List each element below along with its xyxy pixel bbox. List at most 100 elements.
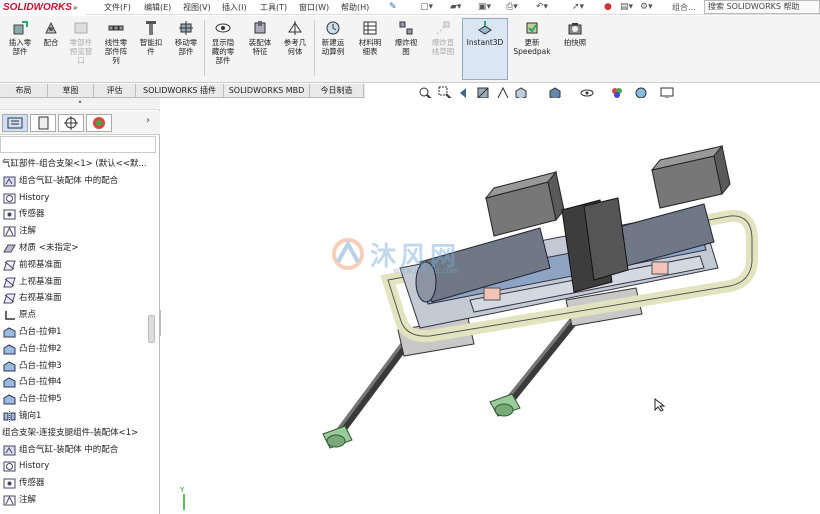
save-icon[interactable]: ▣▾ <box>478 1 491 14</box>
help-search-input[interactable]: 搜索 SOLIDWORKS 帮助 <box>704 0 820 14</box>
tree-node-label: 镜向1 <box>19 410 42 421</box>
new-motion-study-button[interactable]: 新建运 动算例 <box>316 20 350 56</box>
tree-node[interactable]: 前视基准面 <box>0 257 158 274</box>
plane-icon <box>3 293 16 304</box>
print-icon[interactable]: ⎙▾ <box>506 1 518 14</box>
feature-tree-icon <box>7 117 23 129</box>
tab-property-manager[interactable] <box>30 114 56 132</box>
left-piston-rod <box>322 341 409 449</box>
menu-file[interactable]: 文件(F) <box>104 0 131 15</box>
tree-node-label: 前视基准面 <box>19 259 62 270</box>
tree-node[interactable]: 镜向1 <box>0 408 158 425</box>
rebuild-icon[interactable]: ● <box>604 1 612 14</box>
tree-node[interactable]: History <box>0 458 158 475</box>
tree-filter-input[interactable] <box>0 136 156 153</box>
tab-evaluate[interactable]: 评估 <box>94 84 136 98</box>
tree-node[interactable]: 材质 <未指定> <box>0 240 158 257</box>
file-properties-icon[interactable]: ▤▾ <box>620 1 633 14</box>
tree-node[interactable]: 注解 <box>0 223 158 240</box>
component-preview-button[interactable]: 零部件 预览窗 口 <box>66 20 96 65</box>
tree-node[interactable]: 传感器 <box>0 475 158 492</box>
tree-node[interactable]: 凸台-拉伸3 <box>0 358 158 375</box>
menu-tools[interactable]: 工具(T) <box>260 0 287 15</box>
open-icon[interactable]: ▰▾ <box>450 1 461 14</box>
instant3d-button[interactable]: Instant3D <box>463 20 507 47</box>
tree-node[interactable]: 注解 <box>0 492 158 509</box>
select-icon[interactable]: ➚▾ <box>572 1 584 14</box>
instant3d-label: Instant3D <box>466 38 504 47</box>
tree-node-subassembly[interactable]: 组合支架-连接支腿组件-装配体<1> <box>0 425 158 442</box>
feature-manager-panel: • › 气缸部件-组合支架<1> (默认<<默... 组合气缸-装配体 中的配合… <box>0 98 160 514</box>
tree-node[interactable]: 凸台-拉伸2 <box>0 341 158 358</box>
assembly-name: 组合... <box>672 3 696 12</box>
tab-display-manager[interactable] <box>86 114 112 132</box>
tab-feature-manager[interactable] <box>2 114 28 132</box>
move-component-button[interactable]: 移动零 部件 <box>170 20 202 56</box>
sensor-icon <box>3 209 16 220</box>
instant3d-icon <box>478 21 492 35</box>
tab-configuration-manager[interactable] <box>58 114 84 132</box>
tree-node-label: 凸台-拉伸2 <box>19 343 62 354</box>
menu-bar: SOLIDWORKS ▸ 文件(F) 编辑(E) 视图(V) 插入(I) 工具(T… <box>0 0 820 15</box>
tree-node[interactable]: 组合气缸-装配体 中的配合 <box>0 442 158 459</box>
tab-today-manufacturing[interactable]: 今日制造 <box>310 84 364 98</box>
solidworks-logo[interactable]: SOLIDWORKS ▸ <box>0 0 86 15</box>
options-icon[interactable]: ⚙▾ <box>640 1 653 14</box>
move-component-icon <box>179 21 193 35</box>
tree-node-label: 注解 <box>19 226 37 237</box>
tab-solidworks-addins[interactable]: SOLIDWORKS 插件 <box>136 84 224 98</box>
tab-layout[interactable]: 布局 <box>0 84 48 98</box>
linear-pattern-button[interactable]: 线性零 部件阵 列 <box>100 20 132 65</box>
mates-icon <box>3 176 16 187</box>
tree-node[interactable]: 组合气缸-装配体 中的配合 <box>0 173 158 190</box>
new-document-icon[interactable]: ▢▾ <box>420 1 433 14</box>
take-snapshot-button[interactable]: 拍快照 <box>558 20 592 47</box>
show-hidden-components-button[interactable]: 显示隐 藏的零 部件 <box>206 20 240 65</box>
menu-view[interactable]: 视图(V) <box>183 0 211 15</box>
tree-node[interactable]: 凸台-拉伸4 <box>0 374 158 391</box>
menu-help[interactable]: 帮助(H) <box>341 0 369 15</box>
tree-node[interactable]: 凸台-拉伸1 <box>0 324 158 341</box>
tree-node[interactable]: 凸台-拉伸5 <box>0 391 158 408</box>
tree-node[interactable]: 原点 <box>0 307 158 324</box>
pin-icon[interactable]: ✎ <box>389 1 397 14</box>
tree-node-top-assembly[interactable]: 气缸部件-组合支架<1> (默认<<默... <box>0 156 158 173</box>
menu-edit[interactable]: 编辑(E) <box>144 0 171 15</box>
mate-button[interactable]: 配合 <box>38 20 64 47</box>
update-speedpak-button[interactable]: 更新 Speedpak <box>512 20 552 56</box>
tree-node-label: 组合气缸-装配体 中的配合 <box>19 175 119 186</box>
bill-of-materials-button[interactable]: 材料明 细表 <box>354 20 386 56</box>
bill-of-materials-label: 材料明 细表 <box>358 38 382 56</box>
tree-node[interactable]: 传感器 <box>0 206 158 223</box>
tab-sketch[interactable]: 草图 <box>48 84 94 98</box>
tree-node-label: 气缸部件-组合支架<1> (默认<<默... <box>2 159 147 169</box>
smart-fastener-button[interactable]: 智能扣 件 <box>136 20 166 56</box>
menu-window[interactable]: 窗口(W) <box>299 0 329 15</box>
command-manager: 插入零 部件 配合 零部件 预览窗 口 线性零 部件阵 列 智能扣 件 移动零 … <box>0 16 820 83</box>
logo-expand-icon[interactable]: ▸ <box>74 0 78 15</box>
explode-line-sketch-button[interactable]: 爆炸直 线草图 <box>426 20 460 56</box>
undo-icon[interactable]: ↶▾ <box>536 1 548 14</box>
tree-node[interactable]: 上视基准面 <box>0 274 158 291</box>
graphics-area[interactable]: Y <box>161 98 820 514</box>
material-icon <box>3 244 16 253</box>
assembly-features-button[interactable]: 装配体 特征 <box>244 20 276 56</box>
reference-geometry-button[interactable]: 参考几 何体 <box>280 20 310 56</box>
tree-scrollbar-thumb[interactable] <box>148 315 155 343</box>
panel-more-arrow-icon[interactable]: › <box>146 115 150 126</box>
menu-insert[interactable]: 插入(I) <box>222 0 247 15</box>
assembly-features-label: 装配体 特征 <box>248 38 272 56</box>
tree-node[interactable]: 右视基准面 <box>0 290 158 307</box>
mate-icon <box>45 21 57 34</box>
mate-label: 配合 <box>43 38 59 47</box>
panel-grip[interactable]: • <box>0 98 160 110</box>
tree-node-label: 上视基准面 <box>19 276 62 287</box>
tree-node[interactable]: History <box>0 190 158 207</box>
tab-solidworks-mbd[interactable]: SOLIDWORKS MBD <box>224 84 310 98</box>
insert-component-button[interactable]: 插入零 部件 <box>4 20 36 56</box>
tree-node-label: 凸台-拉伸4 <box>19 377 62 388</box>
exploded-view-button[interactable]: 爆炸视 图 <box>390 20 422 56</box>
exploded-view-label: 爆炸视 图 <box>394 38 418 56</box>
assembly-model[interactable]: Y <box>161 98 820 514</box>
sensor-icon <box>3 478 16 489</box>
